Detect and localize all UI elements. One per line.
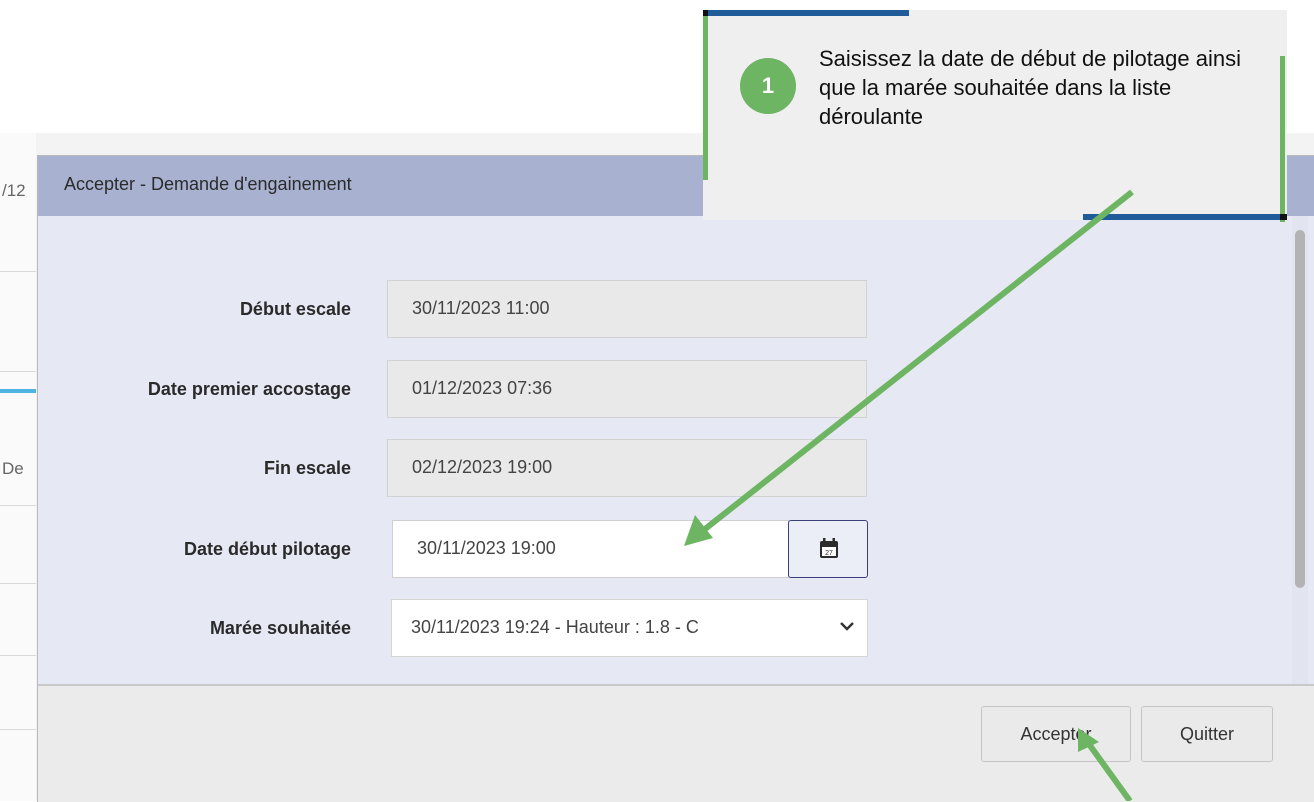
callout-top-accent <box>703 10 909 16</box>
arrow-to-date-field <box>698 189 1134 536</box>
arrow-head <box>684 515 713 546</box>
callout-left-accent <box>703 10 708 180</box>
callout-bottom-accent <box>1083 214 1287 220</box>
arrow-to-accept-button <box>1083 738 1133 801</box>
callout-right-accent <box>1280 56 1285 222</box>
callout-corner-mark <box>703 10 708 16</box>
annotation-overlay <box>684 10 1287 801</box>
callout-corner-mark <box>1280 214 1287 220</box>
